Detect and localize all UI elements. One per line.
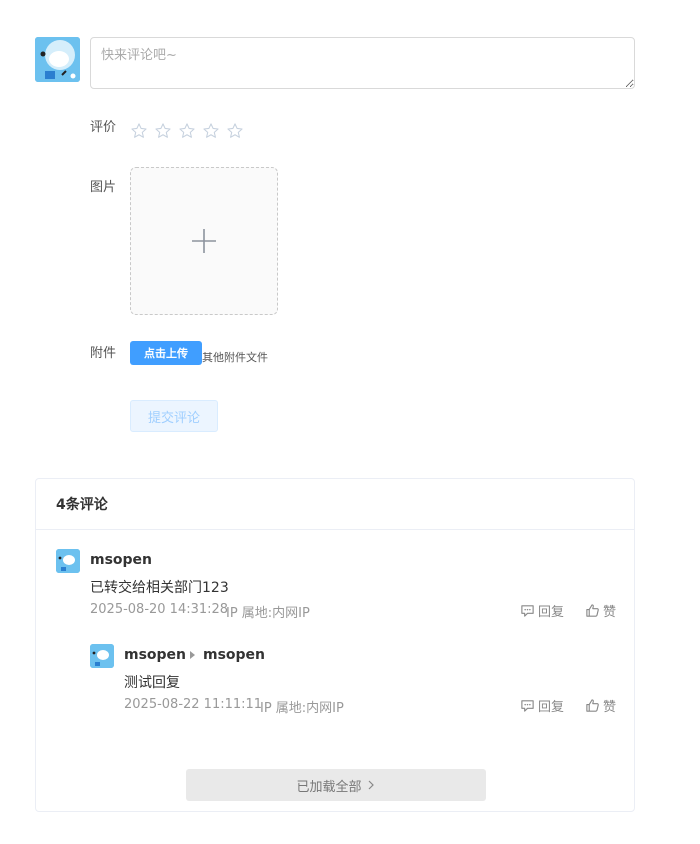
comment-bubble-icon bbox=[521, 700, 534, 712]
thumbs-up-icon bbox=[586, 604, 599, 617]
thumbs-up-icon bbox=[586, 699, 599, 712]
star-outline-icon[interactable] bbox=[178, 122, 196, 140]
comment-time: 2025-08-22 11:11:11 bbox=[124, 697, 263, 712]
upload-hint: 其他附件文件 bbox=[202, 351, 268, 364]
reply-to-author[interactable]: msopen bbox=[203, 647, 265, 663]
avatar-image bbox=[56, 549, 80, 573]
star-outline-icon[interactable] bbox=[130, 122, 148, 140]
comment-author[interactable]: msopen bbox=[124, 647, 186, 663]
chevron-right-icon bbox=[368, 780, 374, 790]
like-button[interactable]: 赞 bbox=[585, 696, 616, 715]
reply-label: 回复 bbox=[538, 605, 565, 620]
reply-item: msopen msopen 测试回复 2025-08-22 11:11:11 I… bbox=[90, 644, 616, 724]
plus-icon bbox=[192, 229, 216, 253]
like-button[interactable]: 赞 bbox=[585, 601, 616, 620]
attachment-label: 附件 bbox=[90, 346, 117, 361]
load-all-label: 已加载全部 bbox=[296, 779, 362, 795]
reply-button[interactable]: 回复 bbox=[520, 601, 564, 620]
comment-bubble-icon bbox=[521, 605, 534, 617]
rating-stars[interactable] bbox=[130, 122, 244, 140]
star-outline-icon[interactable] bbox=[154, 122, 172, 140]
comment-avatar bbox=[90, 644, 114, 668]
comment-text: 测试回复 bbox=[124, 675, 180, 691]
reply-button[interactable]: 回复 bbox=[520, 696, 564, 715]
like-label: 赞 bbox=[603, 700, 617, 715]
upload-button[interactable]: 点击上传 bbox=[130, 341, 202, 365]
image-label: 图片 bbox=[90, 180, 117, 195]
comment-time: 2025-08-20 14:31:28 bbox=[90, 602, 229, 617]
avatar-image bbox=[35, 37, 80, 82]
comment-item: msopen 已转交给相关部门123 2025-08-20 14:31:28 I… bbox=[56, 549, 616, 629]
comments-count-header: 4条评论 bbox=[36, 479, 634, 530]
comment-ip: IP 属地:内网IP bbox=[226, 606, 310, 621]
avatar-image bbox=[90, 644, 114, 668]
reply-label: 回复 bbox=[538, 700, 565, 715]
image-upload-box[interactable] bbox=[130, 167, 278, 315]
star-outline-icon[interactable] bbox=[202, 122, 220, 140]
submit-comment-button[interactable]: 提交评论 bbox=[130, 400, 218, 432]
comment-avatar bbox=[56, 549, 80, 573]
comment-text: 已转交给相关部门123 bbox=[90, 580, 229, 596]
comment-author[interactable]: msopen bbox=[90, 552, 152, 568]
user-avatar bbox=[35, 37, 80, 82]
star-outline-icon[interactable] bbox=[226, 122, 244, 140]
caret-right-icon bbox=[190, 651, 195, 659]
load-all-button[interactable]: 已加载全部 bbox=[186, 769, 486, 801]
comments-panel: 4条评论 msopen 已转交给相关部门123 2025-08-20 14:31… bbox=[35, 478, 635, 812]
comment-input[interactable] bbox=[90, 37, 635, 89]
like-label: 赞 bbox=[603, 605, 617, 620]
comment-ip: IP 属地:内网IP bbox=[260, 701, 344, 716]
rating-label: 评价 bbox=[90, 120, 117, 135]
